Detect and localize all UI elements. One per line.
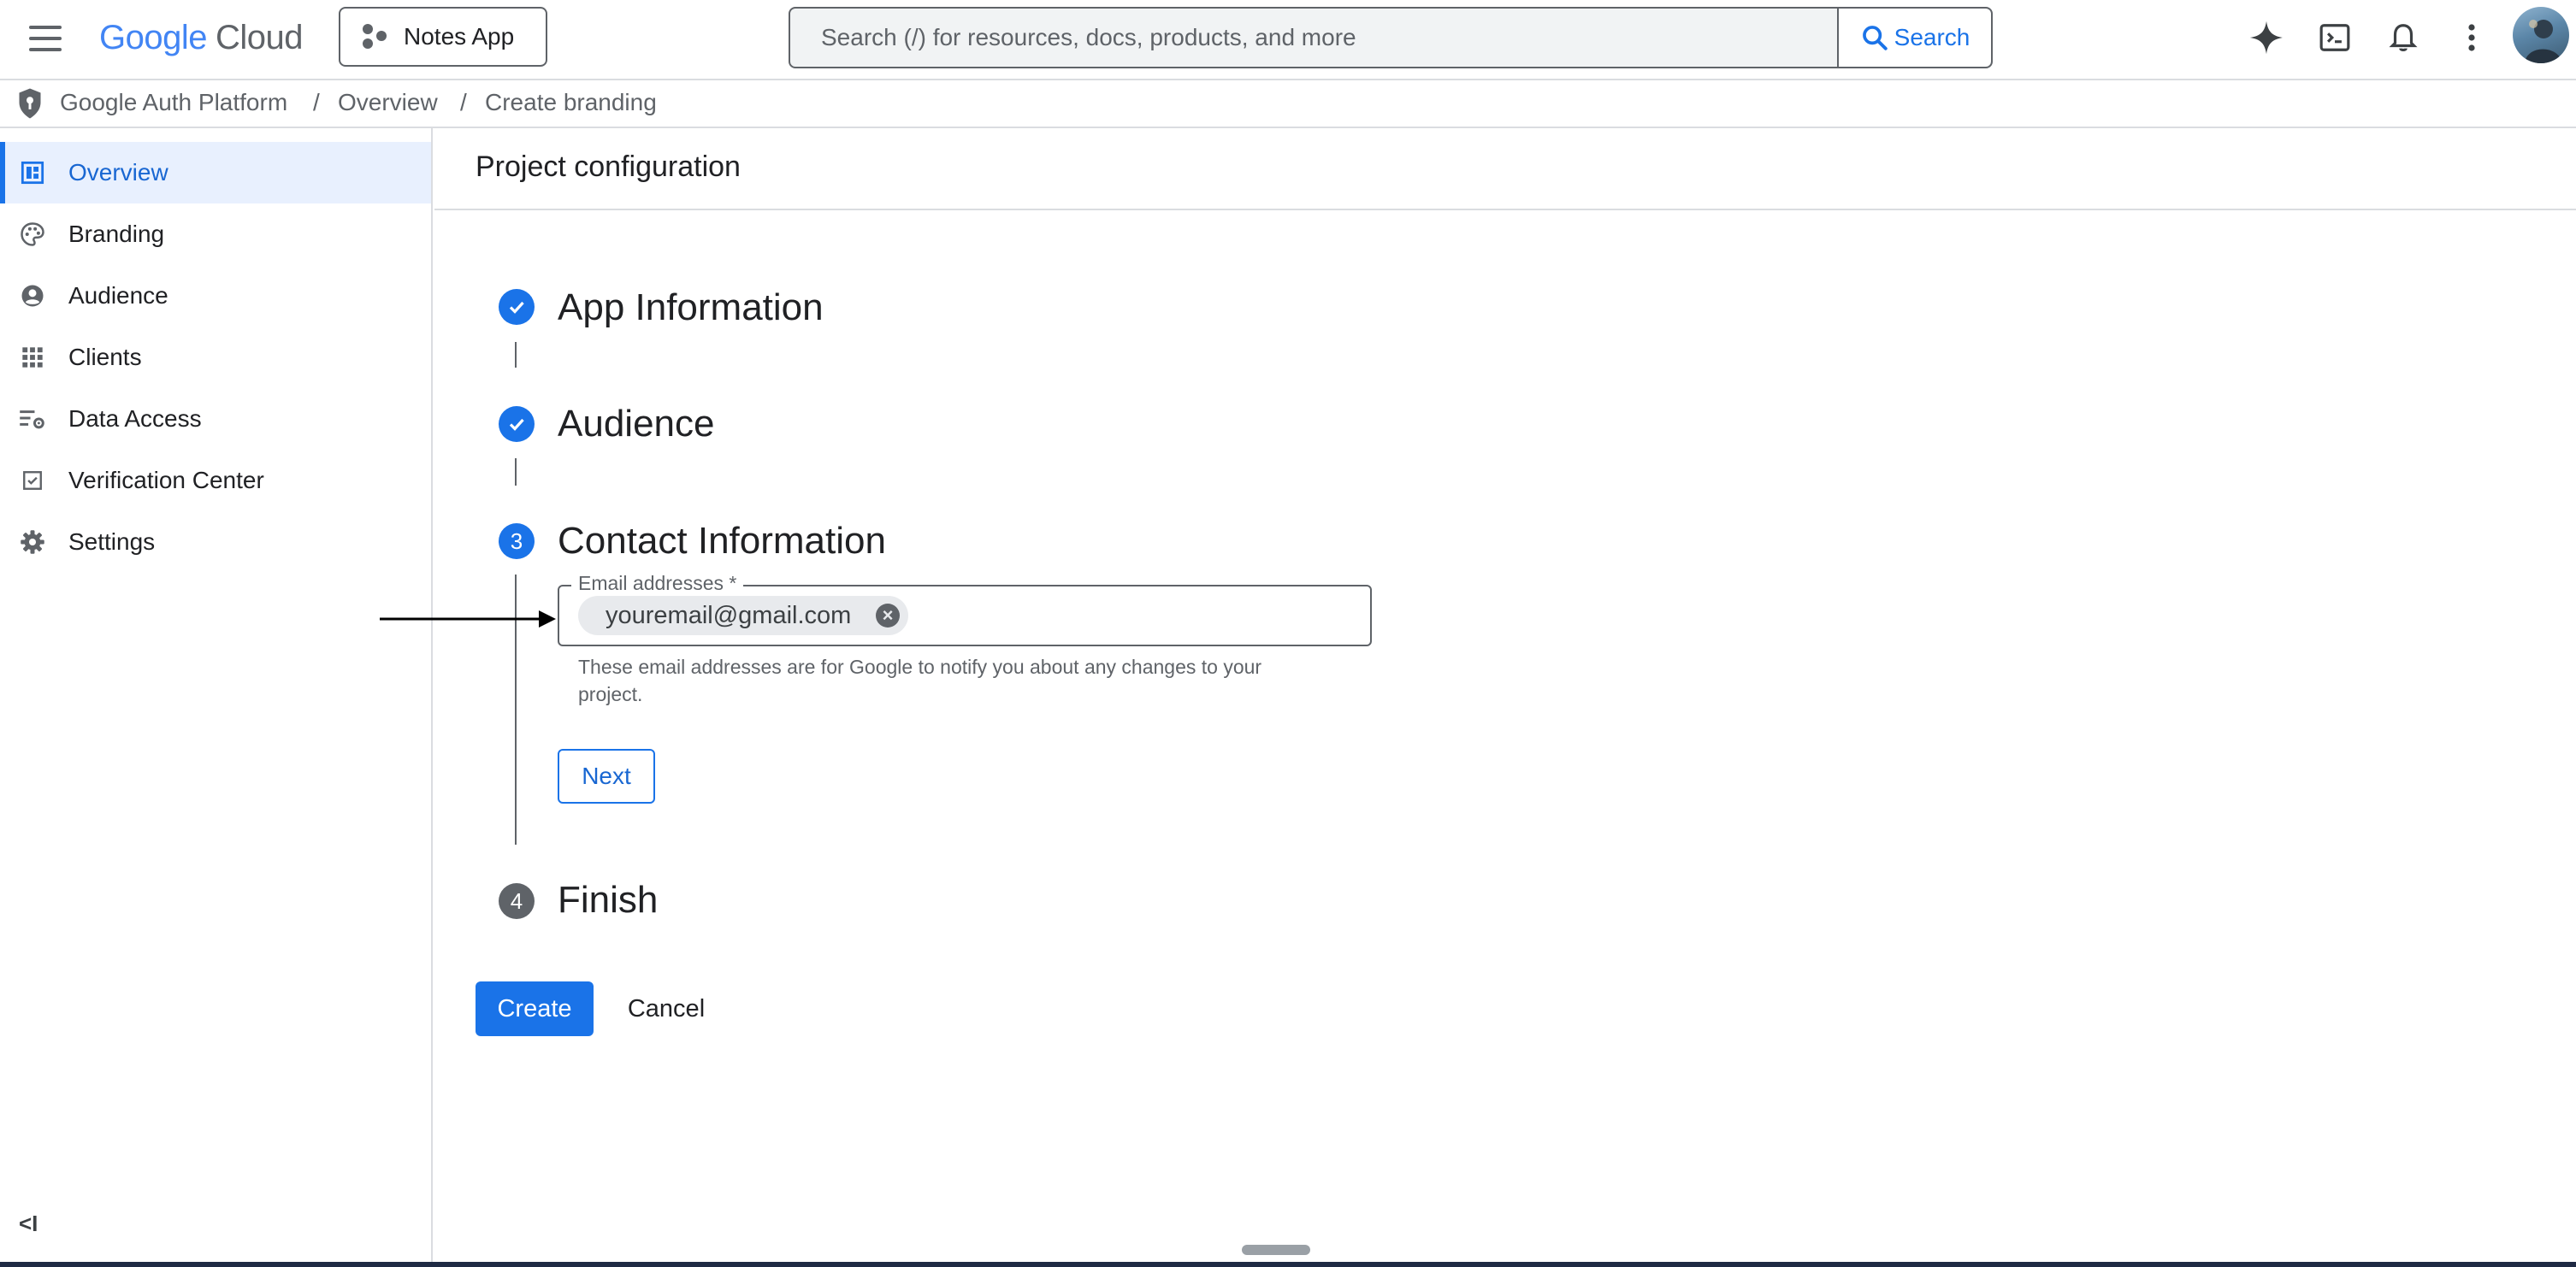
notifications-icon[interactable]: [2384, 19, 2422, 56]
sidebar-item-data-access[interactable]: Data Access: [0, 388, 431, 450]
next-button[interactable]: Next: [558, 749, 655, 804]
shield-icon: [19, 88, 41, 119]
breadcrumb-create-branding: Create branding: [485, 89, 657, 115]
sidebar-item-label: Overview: [68, 159, 168, 186]
project-name: Notes App: [404, 23, 515, 50]
email-chip: youremail@gmail.com ×: [578, 596, 908, 635]
sidebar-item-label: Data Access: [68, 405, 202, 432]
annotation-arrow-icon: [380, 610, 556, 628]
sidebar-item-overview[interactable]: Overview: [0, 142, 431, 203]
palette-icon: [19, 221, 46, 248]
remove-chip-icon[interactable]: ×: [876, 604, 900, 628]
page-header: Project configuration: [434, 128, 2576, 210]
search-button[interactable]: Search: [1837, 9, 1991, 67]
search-button-label: Search: [1894, 24, 1970, 50]
sidebar-item-audience[interactable]: Audience: [0, 265, 431, 327]
search-bar: Search (/) for resources, docs, products…: [789, 7, 1993, 68]
page-title: Project configuration: [476, 150, 741, 183]
sidebar-item-label: Clients: [68, 344, 142, 370]
sidebar-item-branding[interactable]: Branding: [0, 203, 431, 265]
project-picker-button[interactable]: Notes App: [339, 7, 547, 67]
menu-icon[interactable]: [29, 24, 62, 53]
dashboard-icon: [19, 159, 46, 186]
email-helper-text: These email addresses are for Google to …: [578, 653, 1331, 708]
sidebar-item-label: Branding: [68, 221, 165, 247]
sidebar-item-settings[interactable]: Settings: [0, 511, 431, 573]
step-app-information[interactable]: App Information: [558, 284, 824, 332]
search-icon: [1862, 26, 1888, 50]
email-addresses-label: Email addresses *: [571, 571, 744, 595]
verified-checkbox-icon: [19, 467, 46, 494]
sidebar-item-clients[interactable]: Clients: [0, 327, 431, 388]
google-cloud-logo[interactable]: Google Cloud: [99, 15, 304, 60]
breadcrumb-overview[interactable]: Overview: [338, 87, 438, 118]
cancel-button[interactable]: Cancel: [619, 981, 713, 1036]
step-number-badge: 4: [499, 883, 535, 919]
collapse-sidebar-button[interactable]: <I: [19, 1211, 38, 1237]
step-done-check-icon: [499, 406, 535, 442]
logo-google-text: Google: [99, 19, 207, 56]
step-connector: [515, 458, 517, 486]
account-circle-icon: [19, 282, 46, 309]
breadcrumb: Google Auth Platform / Overview / Create…: [0, 80, 2576, 128]
email-chip-text: youremail@gmail.com: [606, 601, 852, 629]
sidebar-item-label: Verification Center: [68, 467, 264, 493]
step-connector: [515, 342, 517, 368]
step-contact-information[interactable]: Contact Information: [558, 517, 886, 565]
top-bar: Google Cloud Notes App Search (/) for res…: [0, 0, 2576, 80]
step-number-badge: 3: [499, 523, 535, 559]
search-input[interactable]: Search (/) for resources, docs, products…: [790, 9, 1837, 67]
cloud-shell-icon[interactable]: [2316, 19, 2354, 56]
step-done-check-icon: [499, 289, 535, 325]
sidebar: Overview Branding Audience Clients Data …: [0, 128, 433, 1267]
breadcrumb-separator: /: [313, 89, 320, 115]
data-access-icon: [19, 405, 46, 433]
create-button[interactable]: Create: [476, 981, 594, 1036]
resize-handle[interactable]: [1242, 1245, 1310, 1255]
sidebar-item-verification-center[interactable]: Verification Center: [0, 450, 431, 511]
breadcrumb-separator: /: [460, 89, 467, 115]
helper-line: These email addresses are for Google to …: [578, 656, 1262, 678]
helper-line: project.: [578, 683, 643, 705]
window-bottom-border: [0, 1262, 2576, 1267]
more-vert-icon[interactable]: [2453, 19, 2490, 56]
breadcrumb-google-auth-platform[interactable]: Google Auth Platform: [60, 87, 287, 118]
step-finish[interactable]: Finish: [558, 876, 658, 924]
avatar[interactable]: [2513, 7, 2569, 63]
gemini-icon[interactable]: [2248, 19, 2285, 56]
sidebar-item-label: Settings: [68, 528, 156, 555]
sidebar-item-label: Audience: [68, 282, 168, 309]
project-icon: [363, 24, 388, 50]
logo-cloud-text: Cloud: [215, 19, 304, 56]
apps-grid-icon: [19, 344, 46, 371]
step-audience[interactable]: Audience: [558, 400, 714, 448]
settings-gear-icon: [19, 528, 46, 556]
